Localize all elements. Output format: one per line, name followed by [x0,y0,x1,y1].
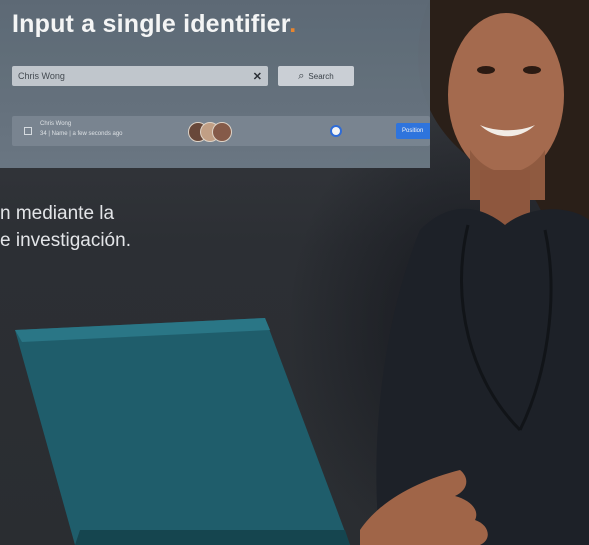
card-title-text: Input a single identifier [12,10,290,38]
result-name: Chris Wong [40,121,72,127]
search-input-value: Chris Wong [18,71,65,81]
body-text: n mediante la e investigación. [0,200,131,254]
card-title: Input a single identifier. [12,10,296,39]
search-icon: ⌕ [298,69,305,82]
avatar [212,122,232,142]
row-checkbox[interactable] [24,127,32,135]
search-button[interactable]: ⌕ Search [278,66,354,86]
search-input[interactable]: Chris Wong ✕ [12,66,268,86]
position-button[interactable]: Position [396,123,430,139]
title-accent-dot: . [289,10,297,38]
status-ring-icon [330,125,342,137]
body-line-1: n mediante la [0,203,115,224]
result-row[interactable]: Chris Wong 34 | Name | a few seconds ago… [12,116,430,146]
identifier-card: Input a single identifier. Chris Wong ✕ … [0,0,430,168]
search-button-label: Search [308,71,334,81]
clear-icon[interactable]: ✕ [253,70,262,83]
body-line-2: e investigación. [0,230,131,251]
result-meta: 34 | Name | a few seconds ago [40,131,123,137]
